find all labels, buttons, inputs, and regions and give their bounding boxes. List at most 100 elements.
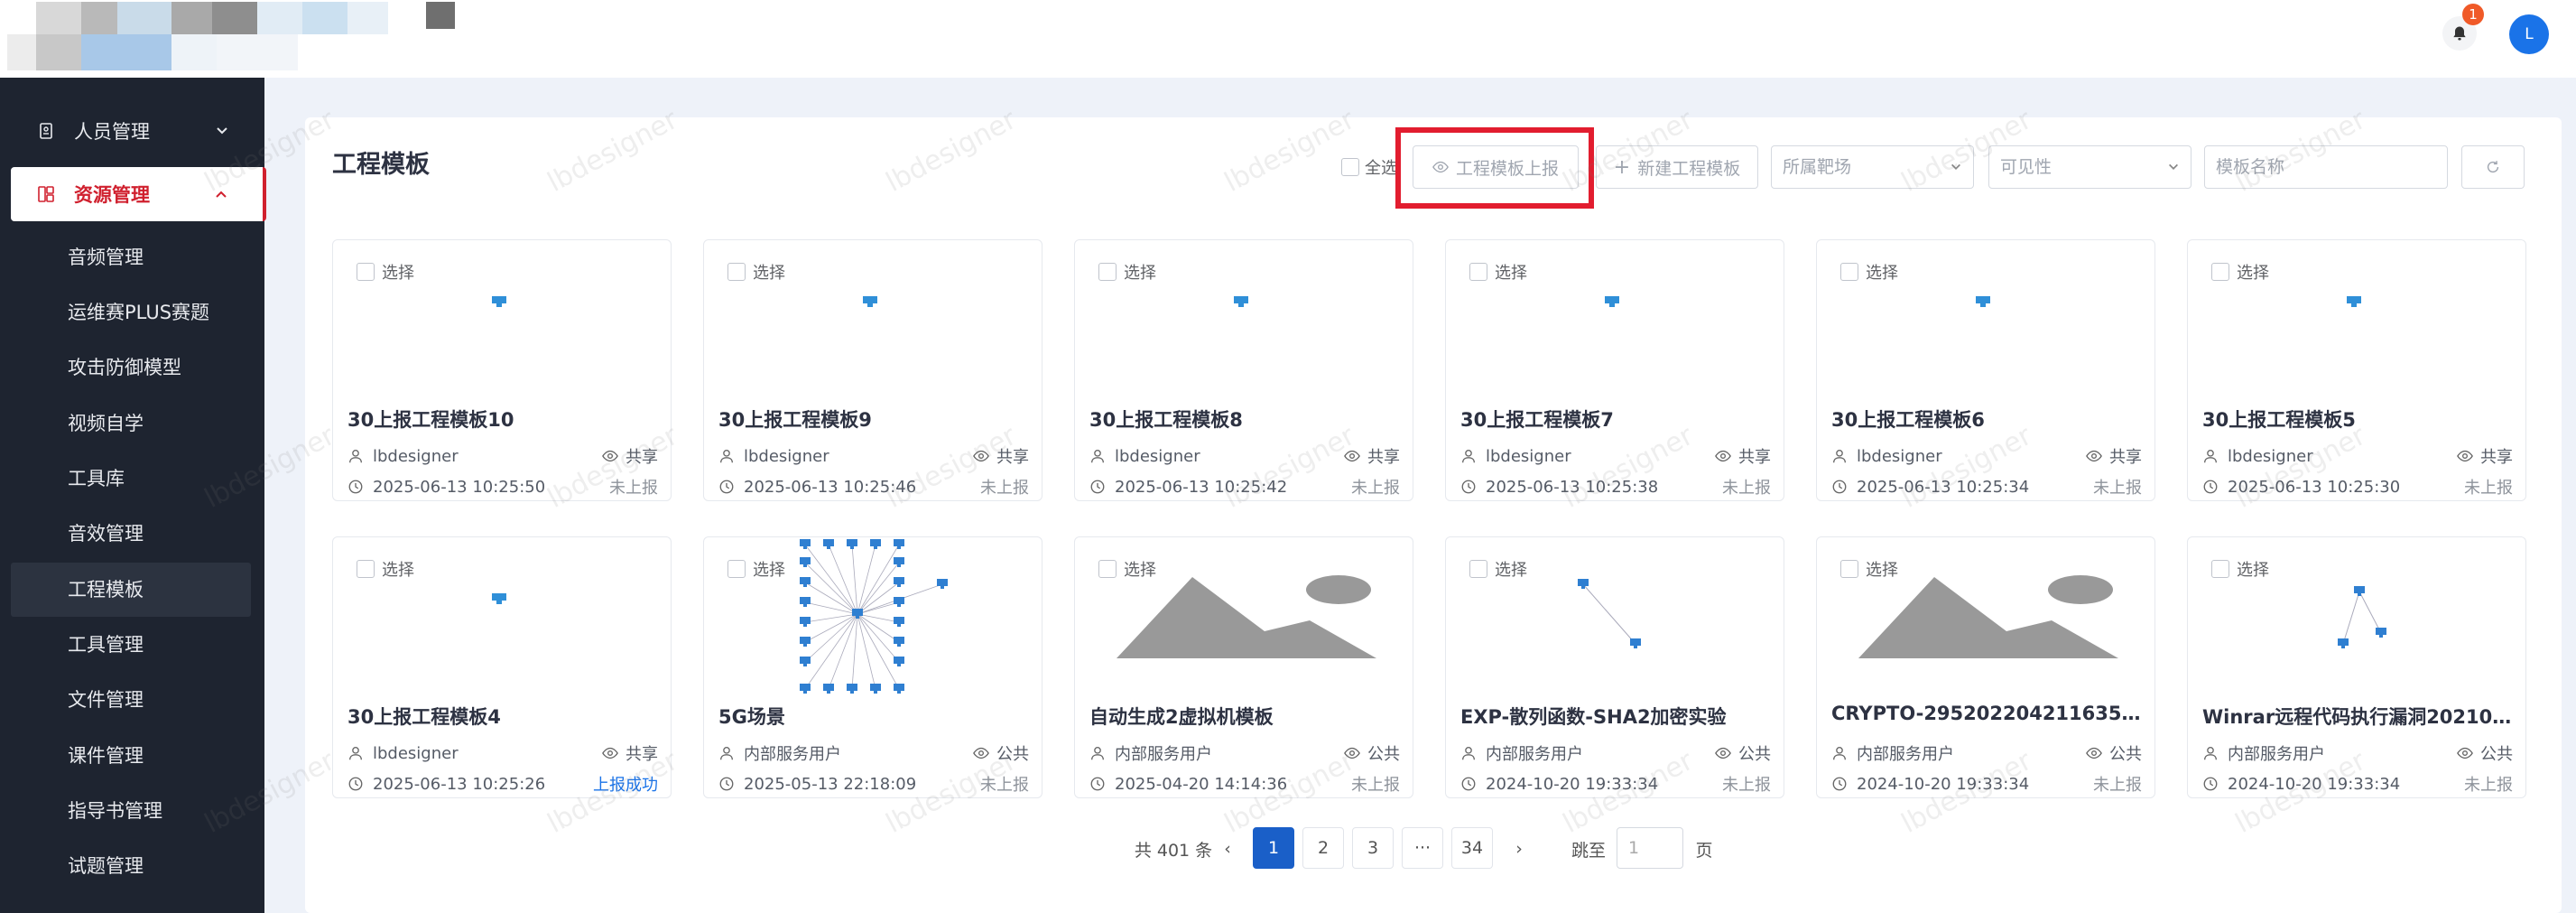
prev-page-icon[interactable]: ‹: [1217, 828, 1238, 870]
card-select-checkbox[interactable]: 选择: [357, 260, 414, 284]
sidebar-item-guides[interactable]: 指导书管理: [11, 784, 251, 838]
page-button-1[interactable]: 1: [1253, 827, 1294, 869]
page-button-3[interactable]: 3: [1352, 827, 1394, 869]
checkbox-box: [2211, 560, 2229, 578]
next-page-icon[interactable]: ›: [1504, 828, 1534, 870]
card-owner: 内部服务用户: [2228, 745, 2325, 764]
checkbox-box: [1469, 263, 1487, 281]
chevron-down-icon: [1951, 163, 1960, 170]
sidebar-item-questions[interactable]: 试题管理: [11, 839, 251, 893]
page-ellipsis[interactable]: ···: [1402, 827, 1443, 869]
page-button-34[interactable]: 34: [1451, 827, 1493, 869]
template-card[interactable]: 选择 30上报工程模板4 lbdesigner 共享 2025-06-13 10:25:…: [332, 536, 672, 798]
card-select-checkbox[interactable]: 选择: [1469, 557, 1527, 581]
sidebar-item-audio[interactable]: 音频管理: [11, 230, 251, 284]
card-time-row: 2024-10-20 19:33:34 未上报: [1831, 772, 2142, 796]
sidebar-item-ops-plus[interactable]: 运维赛PLUS赛题: [11, 285, 251, 340]
template-name-input[interactable]: 模板名称: [2204, 145, 2448, 189]
card-time-row: 2024-10-20 19:33:34 未上报: [1460, 772, 1771, 796]
card-time-row: 2024-10-20 19:33:34 未上报: [2202, 772, 2513, 796]
card-title[interactable]: 30上报工程模板6: [1831, 405, 2142, 433]
card-title[interactable]: Winrar远程代码执行漏洞2021071…: [2202, 703, 2513, 730]
refresh-button[interactable]: [2461, 145, 2525, 189]
template-card[interactable]: 选择 30上报工程模板5 lbdesigner 共享 2025-06-13 10:25:…: [2187, 239, 2526, 501]
clock-icon: [1832, 480, 1847, 494]
sidebar-item-attack-defense[interactable]: 攻击防御模型: [11, 340, 251, 395]
card-title[interactable]: 30上报工程模板5: [2202, 405, 2513, 433]
template-card[interactable]: 选择 30上报工程模板9 lbdesigner 共享 2025-06-13 10:25:…: [703, 239, 1042, 501]
card-time: 2025-06-13 10:25:34: [1857, 477, 2030, 497]
visibility-select[interactable]: 可见性: [1988, 145, 2191, 189]
sidebar-item-toolkit[interactable]: 工具库: [11, 452, 251, 506]
card-status: 未上报: [2464, 479, 2513, 498]
sidebar-group-personnel[interactable]: 人员管理: [11, 104, 264, 158]
notification-count-badge: 1: [2462, 4, 2484, 25]
new-template-button[interactable]: + 新建工程模板: [1596, 145, 1758, 189]
template-card[interactable]: 选择 30上报工程模板6 lbdesigner 共享 2025-06-13 10:25:…: [1816, 239, 2155, 501]
select-all-checkbox[interactable]: 全选: [1341, 155, 1397, 179]
card-select-checkbox[interactable]: 选择: [2211, 557, 2269, 581]
clock-icon: [719, 777, 734, 791]
range-select-placeholder: 所属靶场: [1783, 157, 1852, 177]
template-card[interactable]: 选择 自动生成2虚拟机模板 内部服务用户 公共 2025-04-20 14:14:36 未…: [1074, 536, 1413, 798]
card-select-checkbox[interactable]: 选择: [727, 260, 785, 284]
template-card[interactable]: 选择 5G场景 内部服务用户 公共 2025-05-13 22:18:09 未上报: [703, 536, 1042, 798]
sidebar-item-files[interactable]: 文件管理: [11, 673, 251, 727]
card-visibility: 公共: [2109, 745, 2142, 764]
sidebar-item-templates[interactable]: 工程模板: [11, 563, 251, 617]
card-select-checkbox[interactable]: 选择: [1469, 260, 1527, 284]
clock-icon: [2203, 480, 2218, 494]
sidebar-item-tools[interactable]: 工具管理: [11, 618, 251, 672]
card-status: 未上报: [980, 479, 1029, 498]
template-card[interactable]: 选择 30上报工程模板7 lbdesigner 共享 2025-06-13 10:25:…: [1445, 239, 1784, 501]
user-icon: [1462, 747, 1475, 760]
user-icon: [1462, 450, 1475, 463]
card-title[interactable]: 30上报工程模板4: [347, 703, 658, 730]
clock-icon: [348, 777, 363, 791]
card-select-label: 选择: [1866, 264, 1898, 283]
card-time-row: 2025-06-13 10:25:46 未上报: [718, 475, 1029, 498]
card-time: 2025-06-13 10:25:38: [1486, 477, 1659, 497]
checkbox-box: [1469, 560, 1487, 578]
template-name-placeholder: 模板名称: [2216, 157, 2285, 177]
template-card[interactable]: 选择 EXP-散列函数-SHA2加密实验 内部服务用户 公共 2024-10-20 19…: [1445, 536, 1784, 798]
sidebar-group-resources[interactable]: 资源管理: [11, 167, 266, 221]
user-avatar[interactable]: L: [2509, 14, 2549, 54]
user-icon: [349, 450, 362, 463]
page-button-2[interactable]: 2: [1302, 827, 1344, 869]
card-owner-row: 内部服务用户 公共: [1831, 741, 2142, 765]
card-title[interactable]: 30上报工程模板8: [1089, 405, 1400, 433]
eye-icon: [2457, 747, 2473, 759]
card-time-row: 2025-06-13 10:25:34 未上报: [1831, 475, 2142, 498]
card-select-checkbox[interactable]: 选择: [357, 557, 414, 581]
card-owner: lbdesigner: [2228, 446, 2313, 466]
card-select-checkbox[interactable]: 选择: [1840, 260, 1898, 284]
sidebar-item-video[interactable]: 视频自学: [11, 396, 251, 451]
sidebar-item-courseware[interactable]: 课件管理: [11, 729, 251, 783]
card-title[interactable]: 5G场景: [718, 703, 1029, 730]
card-select-checkbox[interactable]: 选择: [1098, 260, 1156, 284]
template-card[interactable]: 选择 CRYPTO-29520220421163532 内部服务用户 公共 2024-1…: [1816, 536, 2155, 798]
card-select-checkbox[interactable]: 选择: [1840, 557, 1898, 581]
card-select-checkbox[interactable]: 选择: [1098, 557, 1156, 581]
user-icon: [1091, 450, 1104, 463]
page-suffix: 页: [1695, 840, 1713, 861]
card-title[interactable]: 30上报工程模板7: [1460, 405, 1771, 433]
template-card[interactable]: 选择 30上报工程模板10 lbdesigner 共享 2025-06-13 10:25…: [332, 239, 672, 501]
sidebar-item-sound[interactable]: 音效管理: [11, 507, 251, 561]
card-title[interactable]: 自动生成2虚拟机模板: [1089, 703, 1400, 730]
card-title[interactable]: EXP-散列函数-SHA2加密实验: [1460, 703, 1771, 730]
card-title[interactable]: 30上报工程模板10: [347, 405, 658, 433]
clock-icon: [1090, 777, 1105, 791]
card-title[interactable]: 30上报工程模板9: [718, 405, 1029, 433]
template-card[interactable]: 选择 30上报工程模板8 lbdesigner 共享 2025-06-13 10:25:…: [1074, 239, 1413, 501]
chevron-up-icon: [216, 191, 227, 198]
card-owner: lbdesigner: [1486, 446, 1571, 466]
template-card[interactable]: 选择 Winrar远程代码执行漏洞2021071… 内部服务用户 公共 2024-10-…: [2187, 536, 2526, 798]
goto-page-input[interactable]: 1: [1617, 827, 1683, 869]
card-title[interactable]: CRYPTO-29520220421163532: [1831, 703, 2142, 724]
card-select-checkbox[interactable]: 选择: [2211, 260, 2269, 284]
card-time-row: 2025-06-13 10:25:38 未上报: [1460, 475, 1771, 498]
range-select[interactable]: 所属靶场: [1771, 145, 1974, 189]
card-select-checkbox[interactable]: 选择: [727, 557, 785, 581]
